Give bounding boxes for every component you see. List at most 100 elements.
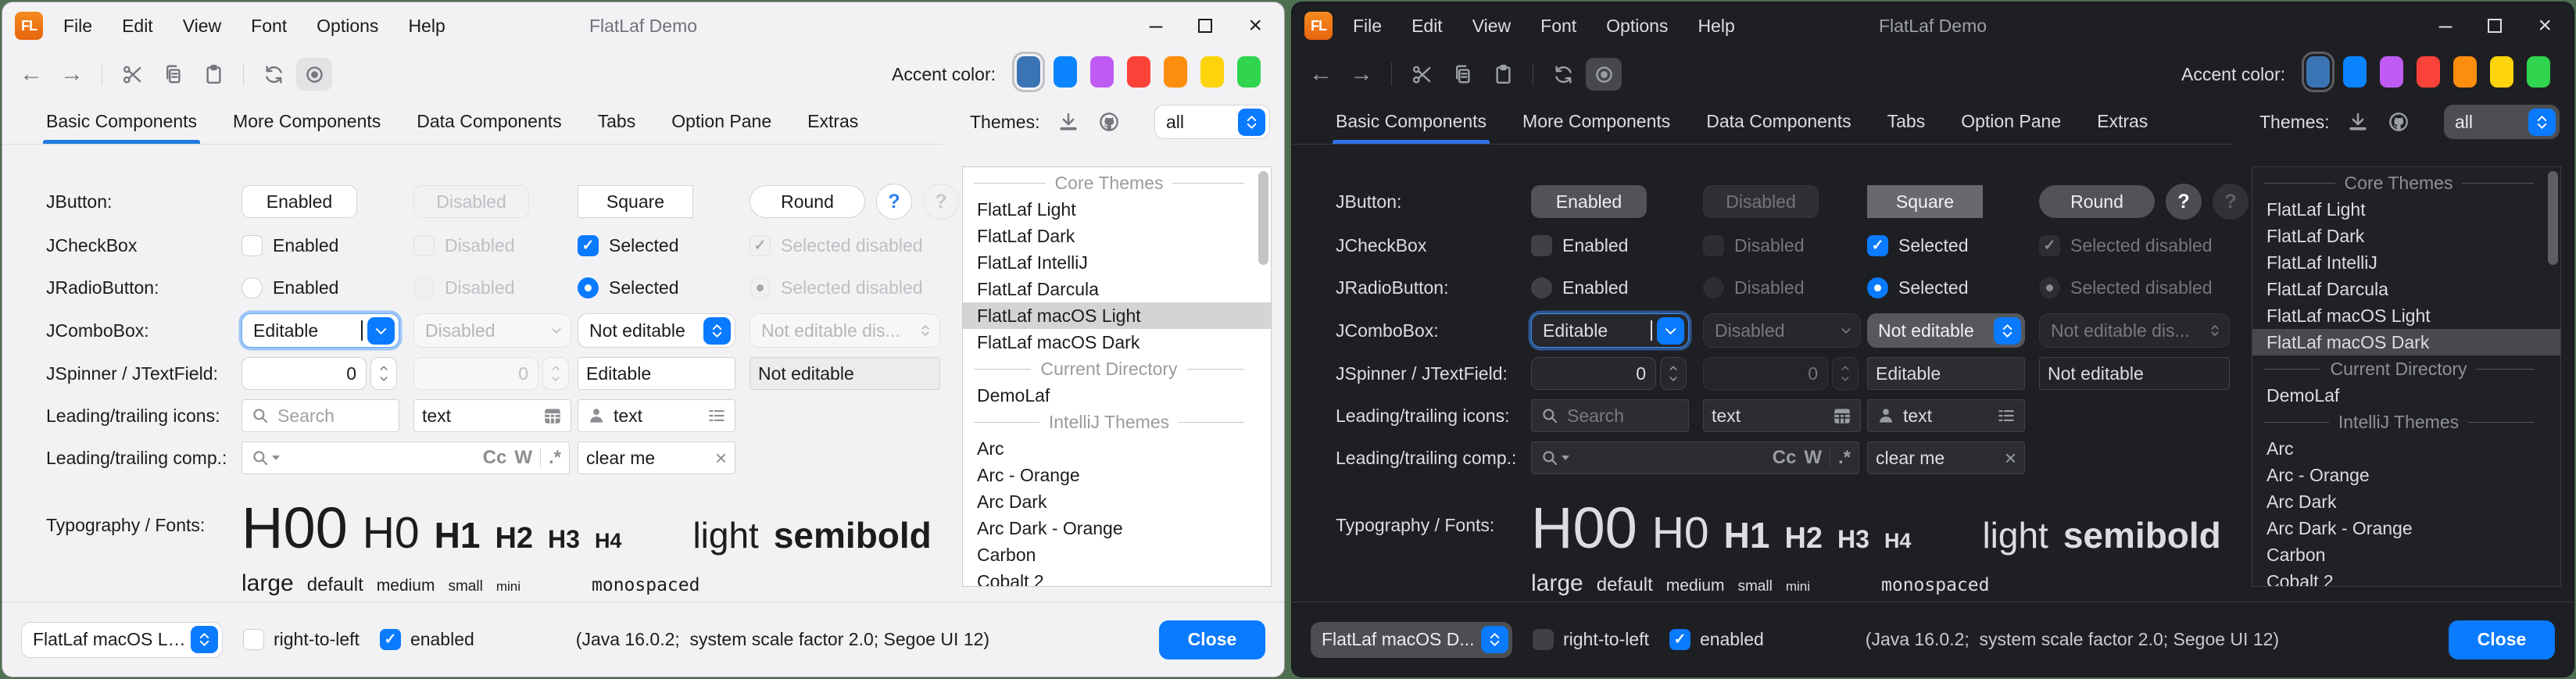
back-button[interactable]: ← [13, 58, 49, 91]
round-button[interactable]: Round [2039, 185, 2155, 218]
search-field[interactable] [1531, 399, 1689, 432]
forward-button[interactable]: → [54, 58, 90, 91]
refresh-button[interactable] [256, 58, 292, 91]
chevron-updown-icon[interactable] [703, 317, 731, 345]
laf-combobox[interactable]: FlatLaf macOS D... [1311, 622, 1512, 658]
show-hidden-toggle[interactable] [296, 58, 332, 91]
cut-button[interactable] [114, 58, 150, 91]
close-window-button[interactable]: × [1248, 14, 1262, 38]
rtl-checkbox[interactable] [243, 629, 264, 650]
search-input[interactable] [1576, 448, 1766, 469]
theme-filter-combobox[interactable]: all [2444, 105, 2560, 139]
radio-selected[interactable] [1867, 277, 1888, 298]
theme-item-flatlaf-macos-dark[interactable]: FlatLaf macOS Dark [963, 329, 1271, 356]
chevron-down-icon[interactable] [1657, 317, 1684, 345]
theme-item-flatlaf-macos-dark[interactable]: FlatLaf macOS Dark [2252, 329, 2560, 356]
enabled-checkbox-row[interactable]: ✓ enabled [1669, 629, 1764, 650]
theme-item-carbon[interactable]: Carbon [2252, 541, 2560, 568]
paste-button[interactable] [1485, 58, 1521, 91]
tab-basic-components[interactable]: Basic Components [1336, 99, 1487, 144]
clear-icon[interactable]: × [715, 446, 727, 470]
theme-item-flatlaf-intellij[interactable]: FlatLaf IntelliJ [963, 249, 1271, 276]
not-editable-combobox[interactable]: Not editable [578, 313, 735, 348]
text-input[interactable] [422, 406, 535, 427]
editable-textfield[interactable] [1867, 357, 2025, 390]
accent-swatch-6[interactable] [2490, 56, 2513, 88]
menu-edit[interactable]: Edit [122, 16, 153, 37]
not-editable-combobox[interactable]: Not editable [1867, 313, 2025, 348]
text-input[interactable] [614, 406, 699, 427]
scrollbar-thumb[interactable] [1258, 171, 1268, 265]
theme-item-carbon[interactable]: Carbon [963, 541, 1271, 568]
editable-combobox[interactable]: Editable [1531, 313, 1689, 348]
menu-options[interactable]: Options [317, 16, 378, 37]
regex-button[interactable]: .* [1838, 447, 1851, 469]
theme-filter-combobox[interactable]: all [1154, 105, 1270, 139]
calendar-icon[interactable] [1832, 406, 1852, 426]
calendar-icon[interactable] [542, 406, 563, 426]
minimize-button[interactable]: – [2439, 14, 2453, 38]
chevron-down-icon[interactable] [367, 317, 395, 345]
download-icon[interactable] [1057, 110, 1080, 134]
accent-swatch-1[interactable] [1017, 56, 1040, 88]
search-with-options-field[interactable]: Cc W .* [1531, 441, 1859, 474]
tab-data-components[interactable]: Data Components [1706, 99, 1851, 144]
chevron-updown-icon[interactable] [191, 626, 218, 653]
accent-swatch-5[interactable] [1164, 56, 1187, 88]
copy-button[interactable] [155, 58, 191, 91]
menu-view[interactable]: View [1472, 16, 1511, 37]
theme-item-arc-orange[interactable]: Arc - Orange [963, 462, 1271, 488]
text-field-calendar[interactable] [413, 399, 571, 432]
editable-textfield-input[interactable] [1876, 363, 2016, 384]
search-dropdown-icon[interactable] [1540, 448, 1569, 468]
theme-item-flatlaf-intellij[interactable]: FlatLaf IntelliJ [2252, 249, 2560, 276]
theme-item-flatlaf-light[interactable]: FlatLaf Light [2252, 196, 2560, 223]
text-field-calendar[interactable] [1703, 399, 1861, 432]
enabled-button[interactable]: Enabled [242, 185, 357, 218]
text-field-person[interactable] [1867, 399, 2025, 432]
paste-button[interactable] [195, 58, 231, 91]
help-button[interactable]: ? [876, 184, 912, 220]
accent-swatch-7[interactable] [1237, 56, 1261, 88]
cut-button[interactable] [1404, 58, 1440, 91]
text-input[interactable] [1903, 406, 1989, 427]
clearable-field[interactable]: × [578, 441, 735, 474]
editable-combobox[interactable]: Editable [242, 313, 399, 348]
menu-options[interactable]: Options [1606, 16, 1668, 37]
accent-swatch-6[interactable] [1200, 56, 1224, 88]
menu-edit[interactable]: Edit [1411, 16, 1443, 37]
theme-item-flatlaf-light[interactable]: FlatLaf Light [963, 196, 1271, 223]
editable-textfield-input[interactable] [586, 363, 727, 384]
search-field[interactable] [242, 399, 399, 432]
theme-item-flatlaf-darcula[interactable]: FlatLaf Darcula [2252, 276, 2560, 302]
theme-item-arc[interactable]: Arc [963, 435, 1271, 462]
close-window-button[interactable]: × [2538, 14, 2552, 38]
regex-button[interactable]: .* [549, 447, 561, 469]
text-input[interactable] [1712, 406, 1825, 427]
theme-item-arc-dark[interactable]: Arc Dark [963, 488, 1271, 515]
list-icon[interactable] [1996, 406, 2016, 426]
accent-swatch-3[interactable] [2380, 56, 2403, 88]
chevron-updown-icon[interactable] [2528, 109, 2556, 136]
tab-tabs[interactable]: Tabs [598, 99, 636, 144]
enabled-button[interactable]: Enabled [1531, 185, 1647, 218]
github-icon[interactable] [1097, 110, 1121, 134]
clearable-field[interactable]: × [1867, 441, 2025, 474]
accent-swatch-5[interactable] [2453, 56, 2477, 88]
rtl-checkbox-row[interactable]: right-to-left [243, 629, 360, 650]
tab-basic-components[interactable]: Basic Components [46, 99, 197, 144]
accent-swatch-2[interactable] [2343, 56, 2367, 88]
round-button[interactable]: Round [750, 185, 865, 218]
theme-item-flatlaf-macos-light[interactable]: FlatLaf macOS Light [2252, 302, 2560, 329]
theme-item-arc[interactable]: Arc [2252, 435, 2560, 462]
theme-item-flatlaf-darcula[interactable]: FlatLaf Darcula [963, 276, 1271, 302]
enabled-checkbox-row[interactable]: ✓ enabled [380, 629, 474, 650]
theme-item-flatlaf-dark[interactable]: FlatLaf Dark [963, 223, 1271, 249]
theme-item-arc-dark-orange[interactable]: Arc Dark - Orange [963, 515, 1271, 541]
theme-item-arc-orange[interactable]: Arc - Orange [2252, 462, 2560, 488]
theme-item-cobalt-2[interactable]: Cobalt 2 [2252, 568, 2560, 587]
tab-option-pane[interactable]: Option Pane [1961, 99, 2061, 144]
copy-button[interactable] [1444, 58, 1480, 91]
theme-item-demolaf[interactable]: DemoLaf [963, 382, 1271, 409]
chevron-updown-icon[interactable] [1238, 109, 1265, 136]
